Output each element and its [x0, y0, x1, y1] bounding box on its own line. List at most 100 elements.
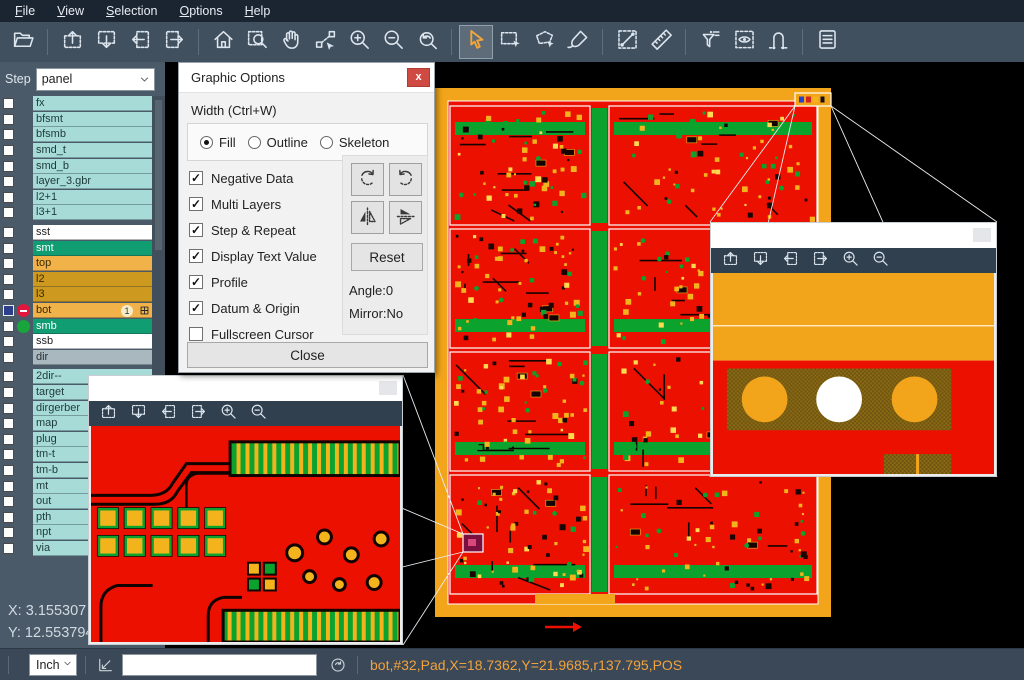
- layer-row-bot[interactable]: bot1: [0, 303, 165, 319]
- layer-visibility-checkbox[interactable]: [3, 336, 14, 347]
- layer-row-dir[interactable]: dir: [0, 350, 165, 366]
- select-polygon-button[interactable]: [527, 25, 561, 59]
- layer-visibility-checkbox[interactable]: [3, 403, 14, 414]
- open-folder-button[interactable]: [6, 25, 40, 59]
- checkbox-negative-data[interactable]: ✓Negative Data: [189, 165, 317, 191]
- rotate-cw-button[interactable]: [351, 163, 384, 196]
- magnifier-titlebar[interactable]: [711, 223, 996, 248]
- magnifier-window-top-right[interactable]: [710, 222, 997, 477]
- snap-angle-icon[interactable]: [94, 654, 116, 676]
- unit-select[interactable]: Inch: [29, 654, 77, 676]
- zoom-out-button[interactable]: [376, 25, 410, 59]
- filter-button[interactable]: [693, 25, 727, 59]
- layer-visibility-checkbox[interactable]: [3, 352, 14, 363]
- layer-visibility-checkbox[interactable]: [3, 465, 14, 476]
- pan-right-button[interactable]: [183, 402, 213, 425]
- layer-visibility-checkbox[interactable]: [3, 387, 14, 398]
- magnifier-view[interactable]: [711, 273, 996, 476]
- layer-visibility-checkbox[interactable]: [3, 289, 14, 300]
- dialog-titlebar[interactable]: Graphic Options x: [179, 63, 434, 93]
- layer-visibility-checkbox[interactable]: [3, 496, 14, 507]
- checkbox-step-repeat[interactable]: ✓Step & Repeat: [189, 217, 317, 243]
- checkbox-display-text-value[interactable]: ✓Display Text Value: [189, 243, 317, 269]
- close-icon[interactable]: x: [407, 68, 430, 87]
- zoom-in-button[interactable]: [835, 249, 865, 272]
- command-input[interactable]: [122, 654, 317, 676]
- zoom-previous-button[interactable]: [410, 25, 444, 59]
- layer-visibility-checkbox[interactable]: [3, 321, 14, 332]
- layer-visibility-checkbox[interactable]: [3, 371, 14, 382]
- layer-row-sst[interactable]: sst: [0, 225, 165, 241]
- rotate-ccw-button[interactable]: [389, 163, 422, 196]
- net-loop-button[interactable]: [761, 25, 795, 59]
- menu-item-options[interactable]: Options: [168, 0, 233, 22]
- menu-item-view[interactable]: View: [46, 0, 95, 22]
- layer-visibility-checkbox[interactable]: [3, 161, 14, 172]
- refresh-icon[interactable]: [327, 654, 349, 676]
- step-select[interactable]: panel: [36, 68, 155, 91]
- layer-row-smd_b[interactable]: smd_b: [0, 158, 165, 174]
- layer-row-bfsmb[interactable]: bfsmb: [0, 127, 165, 143]
- layer-visibility-checkbox[interactable]: [3, 274, 14, 285]
- layer-visibility-checkbox[interactable]: [3, 305, 14, 316]
- radio-skeleton[interactable]: Skeleton: [320, 135, 390, 150]
- layer-visibility-checkbox[interactable]: [3, 527, 14, 538]
- layer-row-l3+1[interactable]: l3+1: [0, 205, 165, 221]
- zoom-window-button[interactable]: [240, 25, 274, 59]
- layer-visibility-checkbox[interactable]: [3, 207, 14, 218]
- pan-down-button[interactable]: [123, 402, 153, 425]
- layer-visibility-checkbox[interactable]: [3, 258, 14, 269]
- home-button[interactable]: [206, 25, 240, 59]
- layer-row-smt[interactable]: smt: [0, 240, 165, 256]
- magnifier-view[interactable]: [89, 426, 402, 644]
- clean-brush-button[interactable]: [561, 25, 595, 59]
- layer-row-bfsmt[interactable]: bfsmt: [0, 112, 165, 128]
- measure-point-button[interactable]: [610, 25, 644, 59]
- pan-left-button[interactable]: [123, 25, 157, 59]
- zoom-in-button[interactable]: [213, 402, 243, 425]
- layer-row-top[interactable]: top: [0, 256, 165, 272]
- pan-down-button[interactable]: [745, 249, 775, 272]
- magnifier-window-bottom-left[interactable]: [88, 375, 403, 645]
- layer-visibility-checkbox[interactable]: [3, 481, 14, 492]
- zoom-out-button[interactable]: [865, 249, 895, 272]
- checkbox-multi-layers[interactable]: ✓Multi Layers: [189, 191, 317, 217]
- layer-row-l2+1[interactable]: l2+1: [0, 190, 165, 206]
- layer-visibility-checkbox[interactable]: [3, 243, 14, 254]
- layer-row-ssb[interactable]: ssb: [0, 334, 165, 350]
- layer-row-fx[interactable]: fx: [0, 96, 165, 112]
- layer-visibility-checkbox[interactable]: [3, 192, 14, 203]
- checkbox-datum-origin[interactable]: ✓Datum & Origin: [189, 295, 317, 321]
- select-rect-button[interactable]: [493, 25, 527, 59]
- layer-visibility-checkbox[interactable]: [3, 98, 14, 109]
- pan-right-button[interactable]: [157, 25, 191, 59]
- layer-row-layer_3.gbr[interactable]: layer_3.gbr: [0, 174, 165, 190]
- close-button[interactable]: Close: [187, 342, 428, 368]
- mirror-horizontal-button[interactable]: [351, 201, 384, 234]
- radio-outline[interactable]: Outline: [248, 135, 308, 150]
- radio-fill[interactable]: Fill: [200, 135, 236, 150]
- select-arrow-button[interactable]: [459, 25, 493, 59]
- pan-left-button[interactable]: [775, 249, 805, 272]
- layer-visibility-checkbox[interactable]: [3, 114, 14, 125]
- layer-visibility-checkbox[interactable]: [3, 512, 14, 523]
- window-button[interactable]: [379, 381, 397, 395]
- zoom-in-button[interactable]: [342, 25, 376, 59]
- layer-visibility-checkbox[interactable]: [3, 543, 14, 554]
- layer-row-l2[interactable]: l2: [0, 272, 165, 288]
- layer-row-l3[interactable]: l3: [0, 287, 165, 303]
- mirror-vertical-button[interactable]: [389, 201, 422, 234]
- layer-visibility-checkbox[interactable]: [3, 434, 14, 445]
- zoom-out-button[interactable]: [243, 402, 273, 425]
- pan-left-button[interactable]: [153, 402, 183, 425]
- move-view-button[interactable]: [308, 25, 342, 59]
- layer-visibility-checkbox[interactable]: [3, 145, 14, 156]
- layer-visibility-checkbox[interactable]: [3, 129, 14, 140]
- menu-item-help[interactable]: Help: [234, 0, 282, 22]
- pan-up-button[interactable]: [715, 249, 745, 272]
- reset-button[interactable]: Reset: [351, 243, 423, 271]
- view-options-button[interactable]: [727, 25, 761, 59]
- pan-down-button[interactable]: [89, 25, 123, 59]
- pan-up-button[interactable]: [55, 25, 89, 59]
- layer-visibility-checkbox[interactable]: [3, 227, 14, 238]
